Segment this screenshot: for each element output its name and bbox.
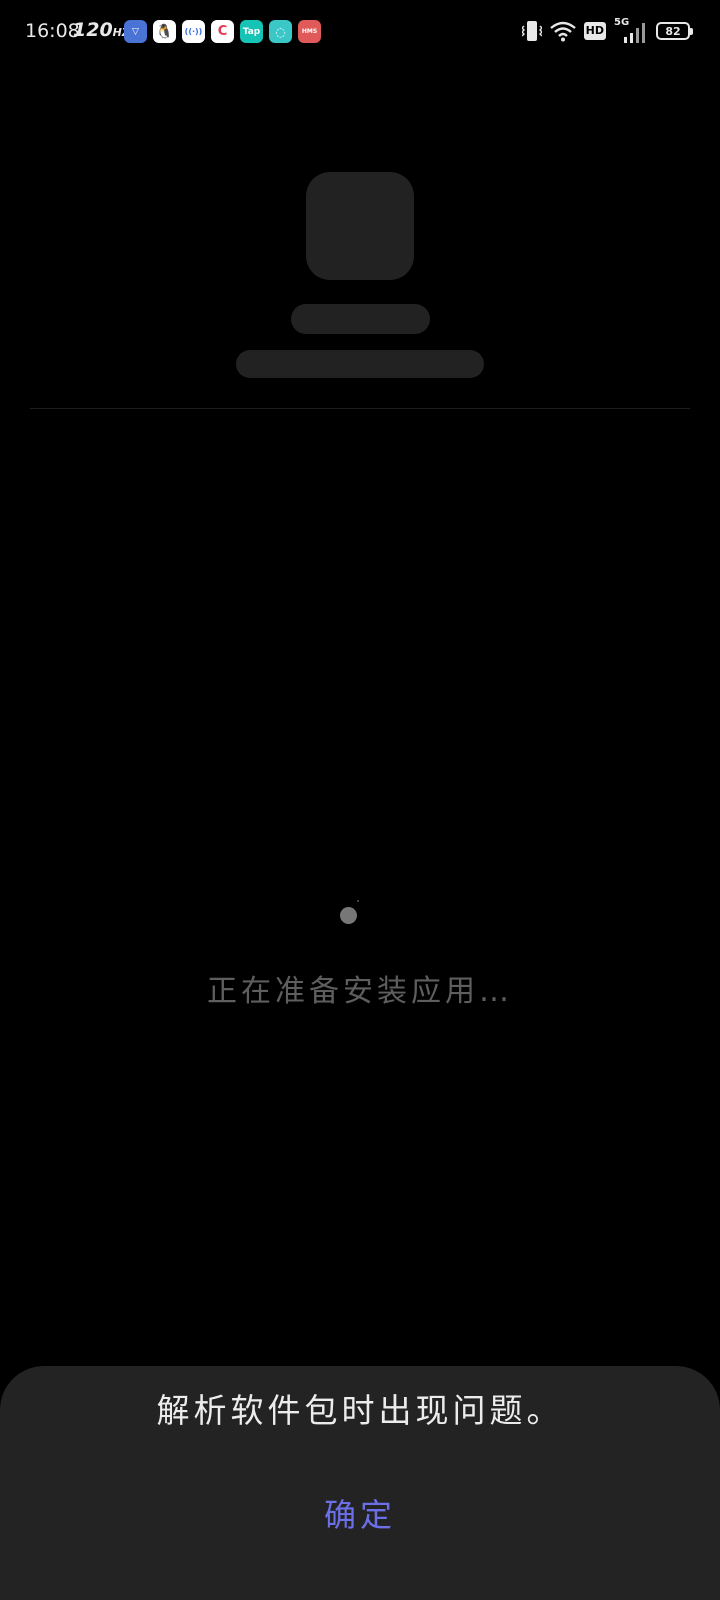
cmcc-app-icon: C: [211, 20, 234, 43]
dialog-message: 解析软件包时出现问题。: [156, 1391, 564, 1430]
taptap-app-icon: Tap: [240, 20, 263, 43]
system-icons: HD 5G 82: [521, 17, 693, 44]
loading-spinner-icon: [340, 907, 357, 924]
battery-icon: 82: [656, 22, 693, 40]
browser-app-icon: ((·)): [182, 20, 205, 43]
header-divider: [30, 408, 690, 409]
loading-text: 正在准备安装应用…: [207, 974, 513, 1009]
hms-app-icon: HMS: [298, 20, 321, 43]
notification-icons: ▽ 🐧 ((·)) C Tap ◌ HMS: [124, 20, 321, 44]
signal-bars-icon: [624, 23, 645, 43]
qq-app-icon: 🐧: [153, 20, 176, 43]
refresh-rate-value: 120: [73, 19, 113, 41]
app-name-placeholder: [291, 304, 430, 334]
confirm-button[interactable]: 确定: [310, 1490, 410, 1536]
refresh-rate-indicator: 120HZ: [73, 19, 130, 41]
app-version-placeholder: [236, 350, 484, 378]
status-time: 16:08: [25, 20, 80, 42]
loading-spinner-trail: [357, 900, 359, 902]
wifi-icon: [549, 21, 576, 42]
cellular-signal-icon: 5G: [614, 17, 648, 43]
app-icon-placeholder: [306, 172, 414, 280]
vibrate-icon: [521, 21, 542, 41]
chat-app-icon: ◌: [269, 20, 292, 43]
status-bar: 16:08 120HZ ▽ 🐧 ((·)) C Tap ◌ HMS HD 5G: [0, 0, 720, 64]
cleaner-app-icon: ▽: [124, 20, 147, 43]
hd-voice-icon: HD: [583, 22, 606, 40]
